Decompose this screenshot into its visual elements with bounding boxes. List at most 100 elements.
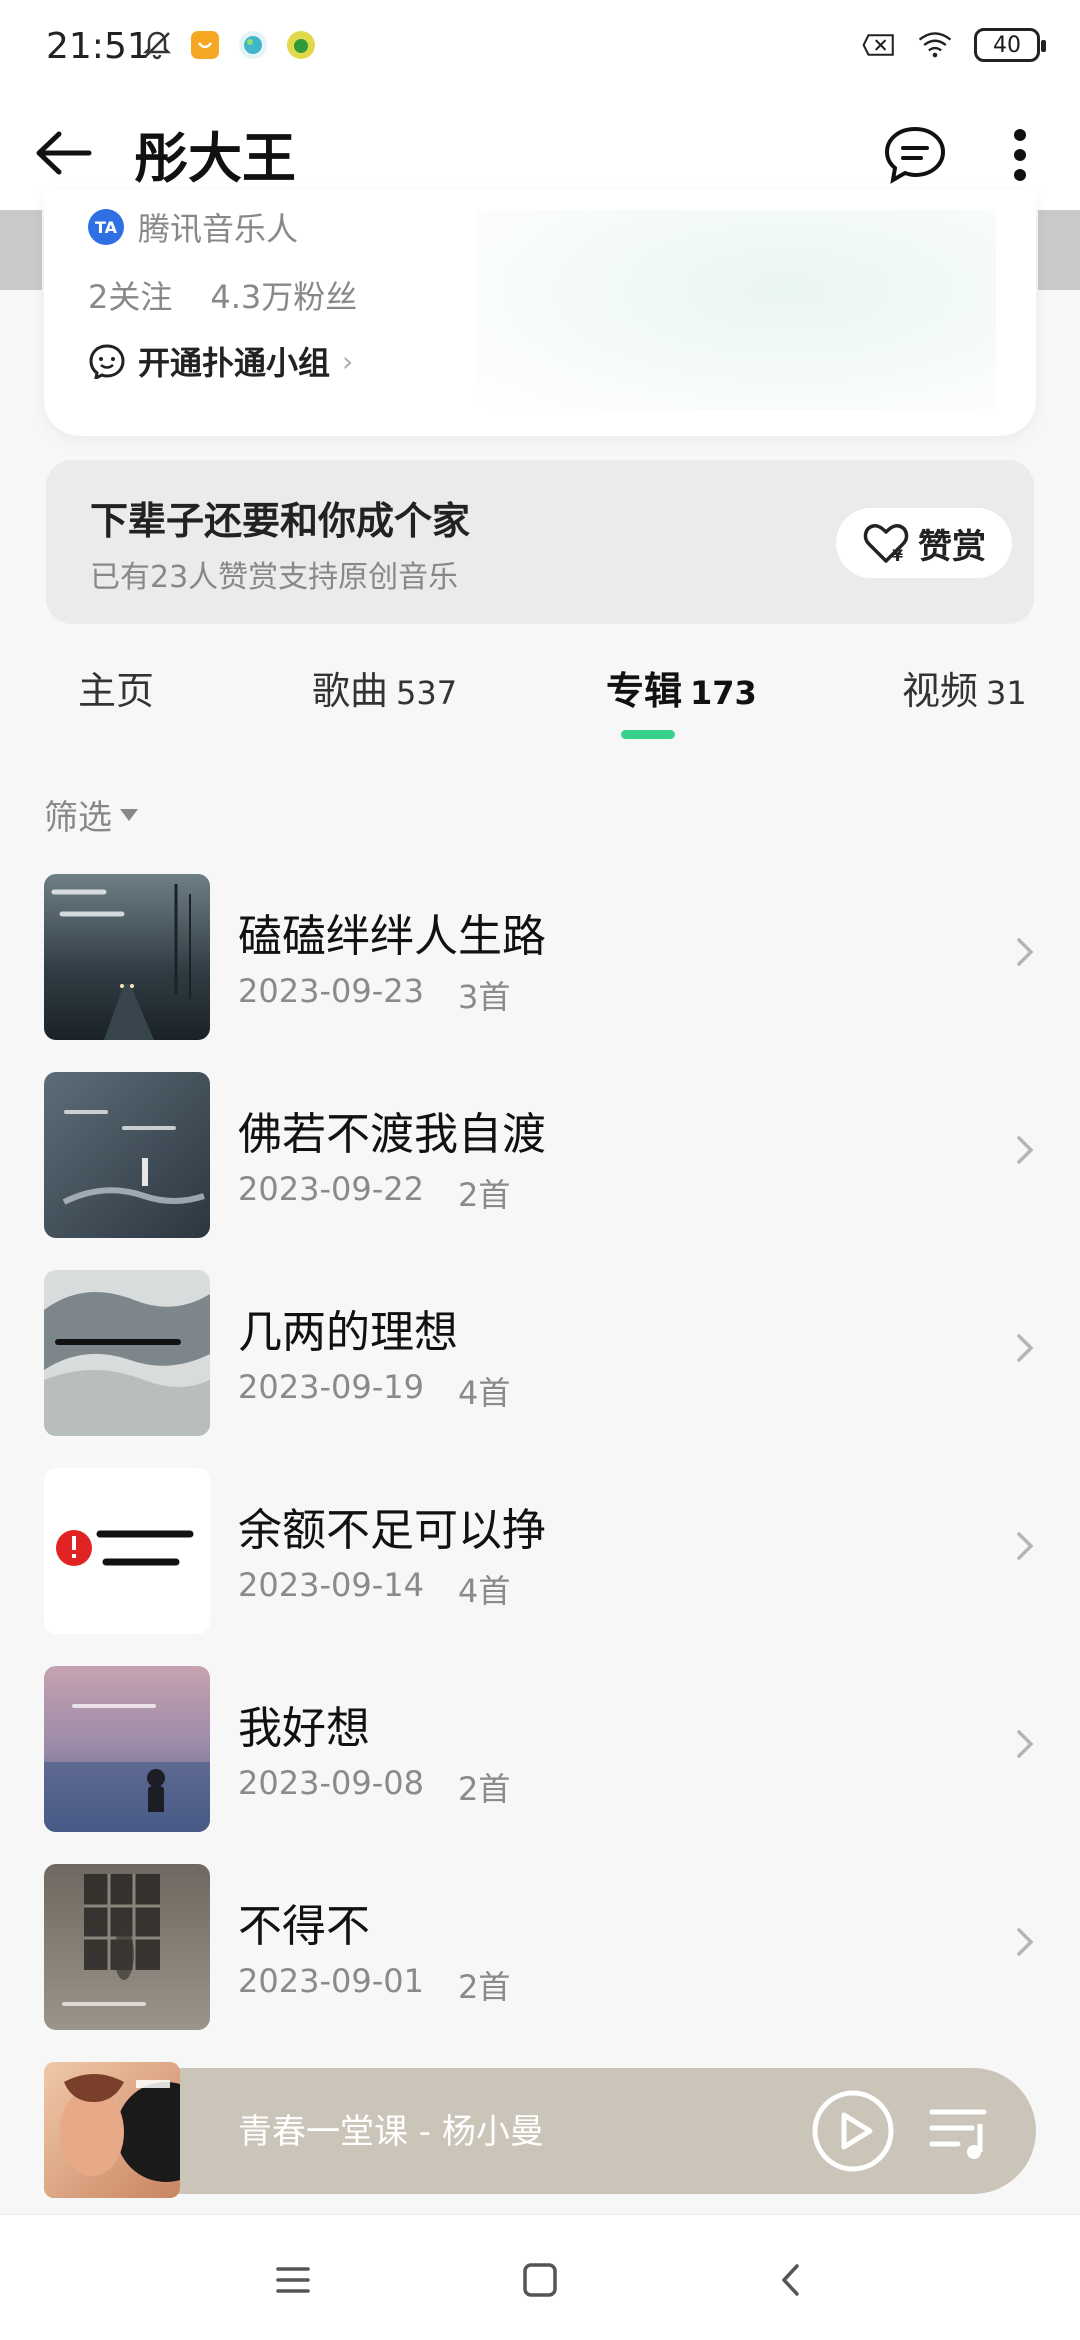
album-track-count: 2首 xyxy=(457,1770,511,1808)
active-tab-indicator xyxy=(621,730,675,739)
album-title: 几两的理想 xyxy=(238,1307,458,1358)
album-meta: 2023-09-14 4首 xyxy=(238,1566,510,1612)
album-title: 我好想 xyxy=(238,1703,370,1754)
verify-label: 腾讯音乐人 xyxy=(138,210,299,248)
battery-icon: 40 xyxy=(974,28,1046,62)
no-sim-icon xyxy=(862,28,896,62)
group-smile-icon xyxy=(89,344,125,379)
verify-row[interactable]: TA 腾讯音乐人 xyxy=(88,204,298,250)
status-right-icons: 40 xyxy=(862,28,1046,62)
album-title: 佛若不渡我自渡 xyxy=(238,1109,546,1160)
album-cover xyxy=(44,1864,210,2030)
system-nav-bar xyxy=(0,2214,1080,2340)
group-label: 开通扑通小组 xyxy=(138,344,331,382)
chevron-right-icon xyxy=(1010,1130,1040,1170)
fans-count[interactable]: 4.3万粉丝 xyxy=(210,272,357,318)
wifi-icon xyxy=(918,28,952,62)
follows-count[interactable]: 2关注 xyxy=(88,272,172,318)
mini-player[interactable]: 青春一堂课 - 杨小曼 xyxy=(44,2062,1036,2198)
album-date: 2023-09-22 xyxy=(238,1170,424,1208)
album-row[interactable]: 几两的理想 2023-09-19 4首 xyxy=(0,1268,1080,1438)
appreciation-card: 下辈子还要和你成个家 已有23人赞赏支持原创音乐 ¥ 赞赏 xyxy=(46,460,1034,624)
now-playing-cover[interactable] xyxy=(44,2062,180,2198)
album-track-count: 4首 xyxy=(457,1572,511,1610)
open-group-link[interactable]: 开通扑通小组 › xyxy=(88,338,353,384)
back-button[interactable] xyxy=(28,118,98,188)
tab-videos[interactable]: 视频 31 xyxy=(902,660,1027,715)
tab-albums-count: 173 xyxy=(690,674,757,712)
tab-songs-count: 537 xyxy=(396,674,458,712)
album-date: 2023-09-01 xyxy=(238,1962,424,2000)
album-meta: 2023-09-23 3首 xyxy=(238,972,510,1018)
album-date: 2023-09-19 xyxy=(238,1368,424,1406)
album-date: 2023-09-23 xyxy=(238,972,424,1010)
album-row[interactable]: 不得不 2023-09-01 2首 xyxy=(0,1862,1080,2032)
playlist-button[interactable] xyxy=(924,2096,994,2166)
tab-albums[interactable]: 专辑 173 xyxy=(606,660,757,715)
album-meta: 2023-09-22 2首 xyxy=(238,1170,510,1216)
album-cover xyxy=(44,1468,210,1634)
chevron-right-icon xyxy=(1010,932,1040,972)
album-row[interactable]: 余额不足可以挣 2023-09-14 4首 xyxy=(0,1466,1080,1636)
more-button[interactable] xyxy=(1000,120,1040,190)
verified-musician-icon: TA xyxy=(88,209,124,245)
appreciate-button[interactable]: ¥ 赞赏 xyxy=(836,508,1012,578)
appreciation-title: 下辈子还要和你成个家 xyxy=(90,499,471,543)
album-row[interactable]: 磕磕绊绊人生路 2023-09-23 3首 xyxy=(0,872,1080,1042)
nav-home-button[interactable] xyxy=(505,2245,575,2315)
status-time: 21:51 xyxy=(46,26,150,67)
album-title: 余额不足可以挣 xyxy=(238,1505,546,1556)
album-title: 不得不 xyxy=(238,1901,370,1952)
nav-back-button[interactable] xyxy=(756,2245,826,2315)
app-notification-icon xyxy=(188,28,222,62)
album-meta: 2023-09-01 2首 xyxy=(238,1962,510,2008)
album-row[interactable]: 佛若不渡我自渡 2023-09-22 2首 xyxy=(0,1070,1080,1240)
chevron-right-icon xyxy=(1010,1526,1040,1566)
tab-songs[interactable]: 歌曲 537 xyxy=(312,660,457,715)
tab-home[interactable]: 主页 xyxy=(78,660,154,715)
now-playing-title: 青春一堂课 - 杨小曼 xyxy=(238,2112,544,2152)
status-left-icons xyxy=(140,28,318,62)
header-banner-edge-right xyxy=(1038,210,1080,290)
album-cover xyxy=(44,1270,210,1436)
filter-label: 筛选 xyxy=(44,798,112,838)
triangle-down-icon xyxy=(120,808,138,821)
back-chevron-icon xyxy=(782,2264,799,2296)
album-date: 2023-09-08 xyxy=(238,1764,424,1802)
nav-menu-button[interactable] xyxy=(258,2245,328,2315)
message-button[interactable] xyxy=(880,120,950,190)
mute-bell-icon xyxy=(140,28,174,62)
play-circle-icon xyxy=(812,2090,894,2172)
status-bar: 21:51 40 xyxy=(0,0,1080,100)
play-button[interactable] xyxy=(810,2088,896,2174)
album-track-count: 3首 xyxy=(457,978,511,1016)
chevron-right-icon xyxy=(1010,1724,1040,1764)
album-meta: 2023-09-19 4首 xyxy=(238,1368,510,1414)
album-date: 2023-09-14 xyxy=(238,1566,424,1604)
album-track-count: 4首 xyxy=(457,1374,511,1412)
album-meta: 2023-09-08 2首 xyxy=(238,1764,510,1810)
album-cover xyxy=(44,1072,210,1238)
card-glow xyxy=(476,210,996,410)
message-bubble-icon xyxy=(884,126,946,184)
artist-tabs: 主页 歌曲 537 专辑 173 视频 31 xyxy=(0,650,1080,750)
appreciate-label: 赞赏 xyxy=(918,526,986,567)
album-title: 磕磕绊绊人生路 xyxy=(238,911,546,962)
lemon-icon xyxy=(284,28,318,62)
earth-icon xyxy=(236,28,270,62)
album-row[interactable]: 我好想 2023-09-08 2首 xyxy=(0,1664,1080,1834)
home-square-icon xyxy=(523,2263,557,2297)
chevron-right-icon xyxy=(1010,1328,1040,1368)
svg-text:¥: ¥ xyxy=(892,546,903,565)
album-track-count: 2首 xyxy=(457,1176,511,1214)
chevron-right-icon xyxy=(1010,1922,1040,1962)
header-banner-edge-left xyxy=(0,210,42,290)
appreciation-subtitle: 已有23人赞赏支持原创音乐 xyxy=(90,560,459,595)
tab-videos-count: 31 xyxy=(986,674,1027,712)
back-arrow-icon xyxy=(36,131,92,175)
playlist-icon xyxy=(929,2109,987,2159)
profile-card: TA 腾讯音乐人 2关注 4.3万粉丝 开通扑通小组 › xyxy=(44,190,1036,436)
filter-dropdown[interactable]: 筛选 xyxy=(44,790,140,839)
album-track-count: 2首 xyxy=(457,1968,511,2006)
album-cover xyxy=(44,874,210,1040)
